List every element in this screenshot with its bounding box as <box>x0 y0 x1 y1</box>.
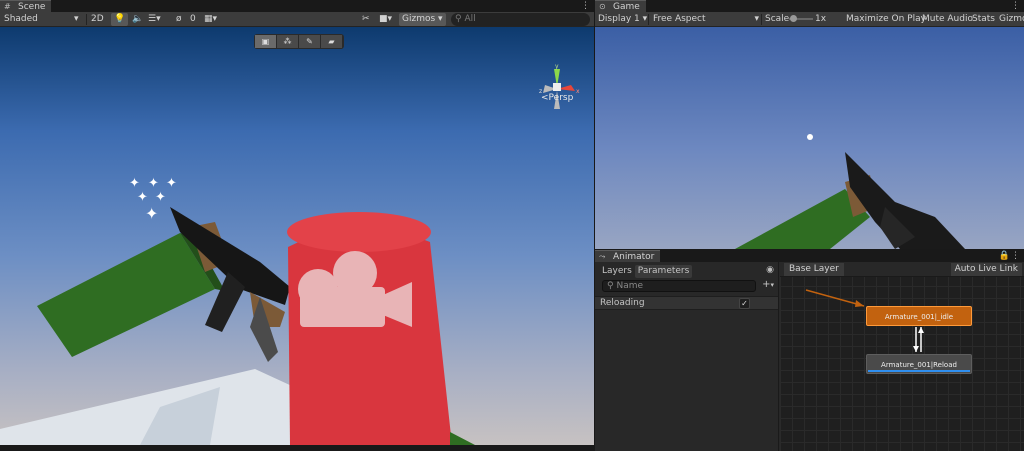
mode-2d-button[interactable]: 2D <box>91 13 104 26</box>
chevron-down-icon: ▾ <box>642 14 648 24</box>
sparkle-icon: ✦ <box>166 176 177 191</box>
tab-parameters[interactable]: Parameters <box>634 265 693 278</box>
draw-mode-label: Shaded <box>4 14 38 24</box>
gizmos-label: Gizmos <box>402 14 436 24</box>
projection-toggle[interactable]: <Persp <box>541 93 573 103</box>
hidden-objects-icon[interactable]: ø <box>176 13 182 26</box>
separator <box>761 14 762 25</box>
scene-tabbar: # Scene ⋮ <box>0 0 594 12</box>
scale-label: Scale <box>765 14 790 24</box>
search-icon: ⚲ <box>607 281 614 291</box>
animator-parameters-pane: Layers Parameters ◉ ⚲ Name +▾ Reloading … <box>595 262 779 451</box>
tab-game-label: Game <box>613 2 640 12</box>
parameter-row[interactable]: Reloading ✓ <box>595 296 778 310</box>
sparkle-icon: ✦ <box>148 176 159 191</box>
plane-icon[interactable]: ▰ <box>321 35 342 48</box>
chevron-left-icon: < <box>541 93 549 103</box>
tools-icon[interactable]: ✂ <box>362 13 370 26</box>
lock-icon[interactable]: 🔒 <box>999 250 1010 262</box>
tab-game[interactable]: ⊙ Game <box>595 0 646 12</box>
gizmos-chevron-icon[interactable]: ▾ <box>435 13 446 26</box>
cube-icon[interactable]: ▣ <box>255 35 276 48</box>
state-label: Armature_001|Reload <box>881 361 957 369</box>
grid-dropdown-icon[interactable]: ▦▾ <box>204 13 217 26</box>
game-toolbar: Display 1 ▾ Free Aspect ▾ Scale 1x Maxim… <box>595 12 1024 27</box>
gamepad-icon: ⊙ <box>599 2 606 11</box>
effects-dropdown-icon[interactable]: ☰▾ <box>148 13 161 26</box>
hidden-count: 0 <box>190 14 196 24</box>
projection-label: Persp <box>548 93 574 103</box>
kebab-menu-icon[interactable]: ⋮ <box>1011 250 1020 262</box>
entry-transition <box>805 289 865 307</box>
scene-geometry <box>0 207 475 445</box>
audio-toggle-icon[interactable]: 🔈 <box>132 13 143 26</box>
display-dropdown[interactable]: Display 1 ▾ <box>598 13 647 26</box>
scale-slider-handle[interactable] <box>790 15 797 22</box>
chevron-down-icon: ▾ <box>754 14 759 24</box>
scene-tool-buttons: ▣ ⁂ ✎ ▰ <box>254 34 344 49</box>
maximize-on-play-button[interactable]: Maximize On Play <box>846 13 926 26</box>
aspect-label: Free Aspect <box>653 14 706 24</box>
parameter-search-field[interactable]: ⚲ Name <box>602 280 756 292</box>
game-tabbar: ⊙ Game ⋮ <box>595 0 1024 12</box>
state-node-reload[interactable]: Armature_001|Reload <box>866 354 972 374</box>
kebab-menu-icon[interactable]: ⋮ <box>1011 0 1020 12</box>
aspect-dropdown[interactable]: Free Aspect ▾ <box>653 13 759 26</box>
tab-animator[interactable]: ⤳ Animator <box>595 250 661 262</box>
animator-panel: ⤳ Animator 🔒 ⋮ Layers Parameters ◉ ⚲ Nam… <box>595 250 1024 451</box>
parameter-name: Reloading <box>600 298 645 308</box>
orientation-gizmo[interactable]: y z x <box>527 63 587 113</box>
animator-tabbar: ⤳ Animator 🔒 ⋮ <box>595 250 1024 262</box>
separator <box>648 14 649 25</box>
add-parameter-button[interactable]: +▾ <box>762 279 774 290</box>
scale-value: 1x <box>815 14 827 24</box>
search-icon: ⚲ <box>455 14 462 24</box>
game-panel: ⊙ Game ⋮ Display 1 ▾ Free Aspect ▾ Scale… <box>595 0 1024 249</box>
sparkle-icon: ✦ <box>155 190 166 205</box>
state-label: Armature_001|_idle <box>884 313 954 321</box>
crosshair-dot <box>807 134 813 140</box>
grid-icon: # <box>4 2 11 11</box>
display-label: Display 1 <box>598 14 640 24</box>
gizmos-button[interactable]: Gizmos <box>399 13 439 26</box>
separator <box>86 14 87 25</box>
tab-scene[interactable]: # Scene <box>0 0 52 12</box>
chevron-down-icon: ▾ <box>770 281 774 289</box>
stats-button[interactable]: Stats <box>972 13 995 26</box>
search-placeholder: All <box>464 14 476 24</box>
game-viewport[interactable] <box>595 27 1024 249</box>
state-progress-bar <box>868 370 970 372</box>
parameter-checkbox[interactable]: ✓ <box>739 298 750 309</box>
scene-viewport[interactable]: ✦ ✦ ✦ ✦ ✦ ✦ ▣ ⁂ ✎ ▰ y z x <Persp <box>0 27 594 445</box>
scene-panel: # Scene ⋮ Shaded ▾ 2D 💡 🔈 ☰▾ ø 0 ▦▾ ✂ ■▾… <box>0 0 594 451</box>
state-node-idle[interactable]: Armature_001|_idle <box>866 306 972 326</box>
nodes-icon[interactable]: ⁂ <box>277 35 298 48</box>
game-geometry <box>735 134 965 249</box>
pen-icon[interactable]: ✎ <box>299 35 320 48</box>
draw-mode-dropdown[interactable]: Shaded <box>4 13 38 26</box>
animator-icon: ⤳ <box>599 252 606 261</box>
mute-audio-button[interactable]: Mute Audio <box>922 13 973 26</box>
camera-dropdown-icon[interactable]: ■▾ <box>379 13 392 26</box>
tab-layers[interactable]: Layers <box>599 265 635 278</box>
lighting-toggle-icon[interactable]: 💡 <box>111 13 129 26</box>
scene-toolbar: Shaded ▾ 2D 💡 🔈 ☰▾ ø 0 ▦▾ ✂ ■▾ Gizmos ▾ … <box>0 12 594 27</box>
chevron-down-icon[interactable]: ▾ <box>74 13 79 26</box>
sparkle-icon: ✦ <box>137 190 148 205</box>
kebab-menu-icon[interactable]: ⋮ <box>581 0 590 12</box>
arm-sleeve <box>37 233 215 357</box>
tab-scene-label: Scene <box>18 2 46 12</box>
svg-text:y: y <box>555 63 559 70</box>
animator-graph[interactable]: Base Layer Auto Live Link Armature_001|_… <box>780 262 1024 451</box>
name-placeholder: Name <box>616 281 644 291</box>
sparkle-icon: ✦ <box>145 204 159 223</box>
tab-animator-label: Animator <box>613 252 655 262</box>
sparkle-icon: ✦ <box>129 176 140 191</box>
eye-icon[interactable]: ◉ <box>766 265 774 275</box>
layers-parameters-tabs: Layers Parameters <box>599 265 693 278</box>
svg-text:x: x <box>576 88 580 95</box>
search-field[interactable]: ⚲ All <box>451 13 590 26</box>
gizmos-button[interactable]: Gizmo <box>999 13 1024 26</box>
